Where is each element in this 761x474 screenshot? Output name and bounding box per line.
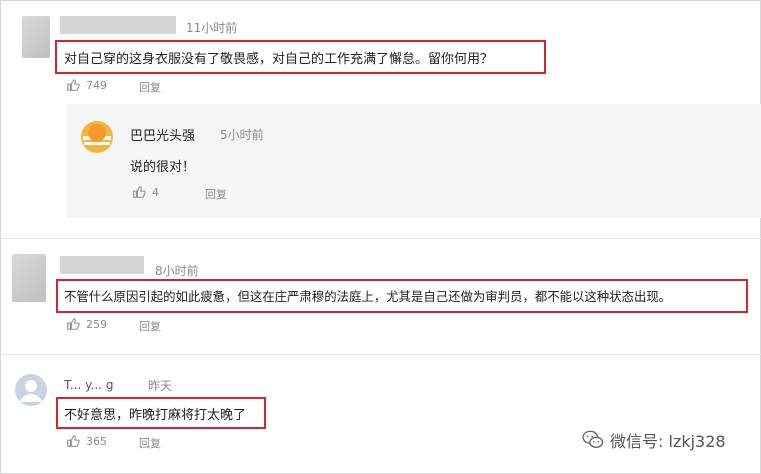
reply-time: 5小时前 (220, 128, 264, 142)
avatar[interactable] (14, 373, 48, 407)
reply-button[interactable]: 回复 (139, 318, 161, 334)
thumbs-up-icon (133, 186, 146, 198)
like-button[interactable]: 749 (66, 78, 107, 92)
like-button[interactable]: 365 (66, 434, 107, 448)
reply-button[interactable]: 回复 (139, 79, 161, 95)
thumbs-up-icon (67, 318, 80, 330)
thumbs-up-icon (67, 79, 80, 91)
watermark-text: 微信号: lzkj328 (610, 432, 726, 451)
like-count: 365 (86, 434, 107, 448)
avatar[interactable] (80, 120, 114, 154)
comment-time: 8小时前 (155, 264, 199, 278)
avatar[interactable] (22, 16, 50, 58)
reply-button[interactable]: 回复 (205, 186, 227, 202)
username-redacted[interactable] (60, 256, 144, 274)
comment-time: 昨天 (148, 379, 173, 393)
like-button[interactable]: 259 (66, 317, 107, 331)
comment-text: 不管什么原因引起的如此疲惫，但这在庄严肃穆的法庭上，尤其是自己还做为审判员，都不… (64, 289, 672, 304)
avatar[interactable] (12, 254, 46, 302)
watermark: 微信号: lzkj328 (582, 428, 726, 452)
comment-username[interactable]: T... y... g (64, 378, 113, 392)
reply-button[interactable]: 回复 (139, 435, 161, 451)
reply-text: 说的很对！ (130, 160, 196, 175)
like-count: 4 (152, 185, 159, 199)
like-count: 259 (86, 317, 107, 331)
reply-username[interactable]: 巴巴光头强 (130, 125, 195, 144)
thumbs-up-icon (67, 435, 80, 447)
like-button[interactable]: 4 (132, 185, 159, 199)
divider (0, 354, 761, 355)
like-count: 749 (86, 78, 107, 92)
comment-time: 11小时前 (186, 21, 238, 35)
username-redacted[interactable] (60, 16, 176, 34)
comment-text: 对自己穿的这身衣服没有了敬畏感，对自己的工作充满了懈怠。留你何用？ (64, 52, 494, 67)
divider (0, 238, 761, 239)
wechat-icon (582, 430, 604, 448)
comment-text: 不好意思，昨晚打麻将打太晚了 (64, 408, 247, 423)
